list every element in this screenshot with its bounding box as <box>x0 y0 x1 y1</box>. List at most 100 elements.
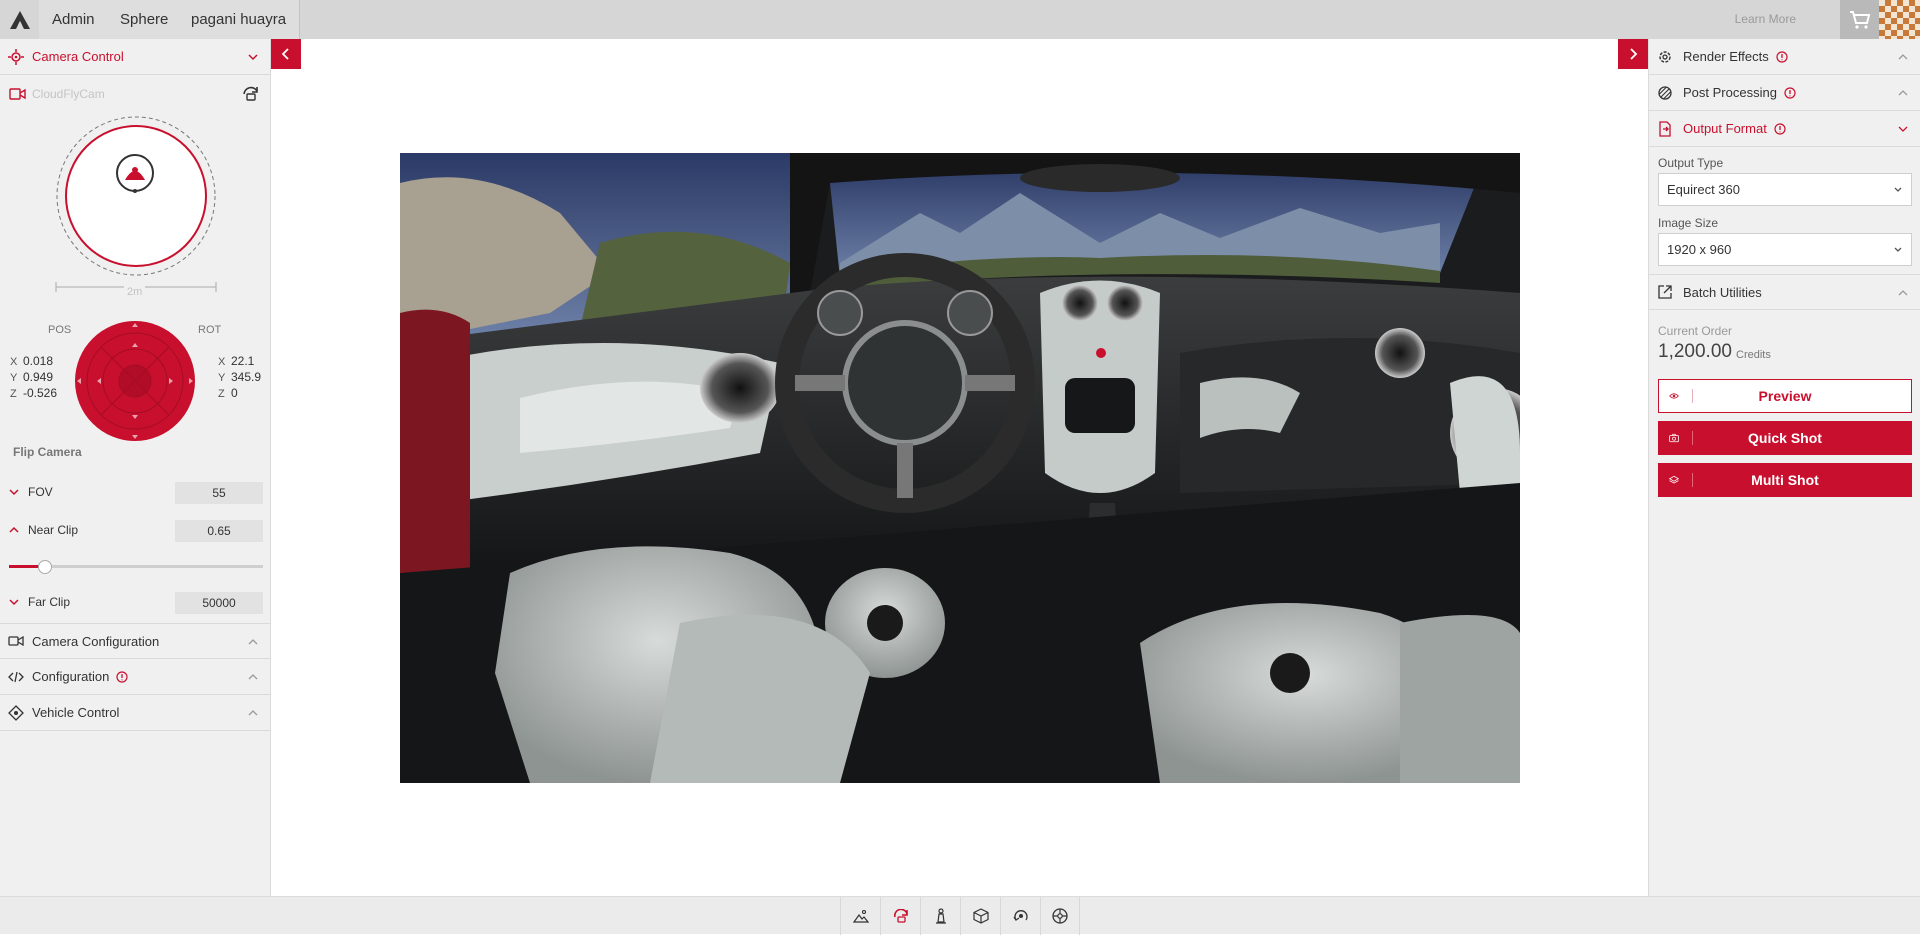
fov-row[interactable]: FOV 55 <box>0 481 271 505</box>
flip-camera-icon[interactable] <box>241 85 260 102</box>
steering-target-icon <box>8 704 24 721</box>
pos-z-axis: Z <box>10 388 17 400</box>
render-effects-label: Render Effects <box>1683 49 1769 64</box>
movement-joystick[interactable] <box>75 321 195 441</box>
configuration-label: Configuration <box>32 669 110 684</box>
orbit-view[interactable] <box>54 114 218 278</box>
camera-configuration-header[interactable]: Camera Configuration <box>0 623 271 659</box>
quick-shot-label: Quick Shot <box>1748 430 1822 446</box>
near-clip-label: Near Clip <box>28 523 79 537</box>
info-icon[interactable] <box>116 670 128 683</box>
chevron-up-icon <box>248 710 258 716</box>
preview-button[interactable]: Preview <box>1658 379 1912 413</box>
info-icon[interactable] <box>1784 86 1796 99</box>
pos-x-value: 0.018 <box>23 354 54 368</box>
pos-y[interactable]: Y 0.949 <box>10 369 53 386</box>
cube-tool-button[interactable] <box>960 897 1000 935</box>
logo-icon[interactable] <box>0 0 39 39</box>
cart-button[interactable] <box>1840 0 1879 39</box>
rot-y-value: 345.9 <box>231 370 262 384</box>
collapse-right-button[interactable] <box>1618 39 1648 69</box>
video-camera-icon <box>9 88 26 100</box>
camera-configuration-label: Camera Configuration <box>32 633 160 649</box>
render-effects-header[interactable]: Render Effects <box>1649 39 1920 75</box>
tab-project[interactable]: pagani huayra <box>178 0 301 39</box>
multi-shot-label: Multi Shot <box>1751 472 1819 488</box>
landscape-tool-button[interactable] <box>840 897 880 935</box>
rot-z-axis: Z <box>218 388 225 400</box>
landscape-icon <box>852 909 869 923</box>
chevron-right-icon <box>1630 48 1638 60</box>
pos-label: POS <box>48 324 72 336</box>
image-size-label: Image Size <box>1658 216 1719 230</box>
rot-x[interactable]: X 22.1 <box>218 353 254 370</box>
image-size-select[interactable]: 1920 x 960 <box>1658 233 1912 266</box>
pos-y-axis: Y <box>10 372 18 384</box>
rotate-view-tool-button[interactable] <box>1000 897 1040 935</box>
info-icon[interactable] <box>1774 122 1786 135</box>
flip-camera-label[interactable]: Flip Camera <box>13 445 82 459</box>
cube-icon <box>972 908 989 924</box>
chevron-up-icon <box>248 674 258 680</box>
orbit-camera-tool-button[interactable] <box>880 897 920 935</box>
collapse-left-button[interactable] <box>271 39 301 69</box>
layers-icon <box>1669 473 1693 487</box>
chevron-up-icon <box>1898 290 1908 296</box>
quick-shot-button[interactable]: Quick Shot <box>1658 421 1912 455</box>
left-panel: Camera Control CloudFlyCam 2m POS ROT X0… <box>0 39 271 896</box>
wheel-tool-button[interactable] <box>1040 897 1080 935</box>
image-size-value: 1920 x 960 <box>1667 242 1732 257</box>
avatar[interactable] <box>1879 0 1920 39</box>
rot-y[interactable]: Y 345.9 <box>218 369 261 386</box>
pos-z-value: -0.526 <box>23 386 58 400</box>
top-bar: Admin Sphere pagani huayra Learn More <box>0 0 1920 39</box>
chevron-up-icon <box>1898 90 1908 96</box>
rot-y-axis: Y <box>218 372 226 384</box>
chevron-down-icon <box>248 54 258 61</box>
fov-label: FOV <box>28 485 53 499</box>
pos-z[interactable]: Z -0.526 <box>10 385 57 402</box>
output-type-select[interactable]: Equirect 360 <box>1658 173 1912 206</box>
learn-more-link[interactable]: Learn More <box>1735 0 1796 38</box>
external-link-icon <box>1658 285 1672 299</box>
export-file-icon <box>1659 120 1671 137</box>
near-clip-row[interactable]: Near Clip 0.65 <box>0 519 271 543</box>
batch-utilities-header[interactable]: Batch Utilities <box>1649 274 1920 310</box>
chevron-up-icon <box>248 639 258 645</box>
right-panel: Render Effects Post Processing Output Fo… <box>1648 39 1920 896</box>
tab-sphere[interactable]: Sphere <box>107 0 183 39</box>
chevron-down-icon <box>9 599 19 606</box>
near-clip-slider[interactable] <box>9 560 263 574</box>
tab-admin[interactable]: Admin <box>39 0 109 39</box>
pos-x[interactable]: X 0.018 <box>10 353 53 370</box>
output-type-label: Output Type <box>1658 156 1724 170</box>
code-icon <box>8 671 24 682</box>
rotate-view-icon <box>1012 910 1028 921</box>
configuration-header[interactable]: Configuration <box>0 659 271 695</box>
far-clip-input[interactable]: 50000 <box>175 592 263 614</box>
far-clip-label: Far Clip <box>28 595 71 609</box>
render-viewport[interactable] <box>400 153 1520 783</box>
chess-piece-tool-button[interactable] <box>920 897 960 935</box>
chevron-up-icon <box>1898 54 1908 60</box>
slider-thumb[interactable] <box>37 560 52 574</box>
chevron-down-icon <box>9 489 19 496</box>
far-clip-row[interactable]: Far Clip 50000 <box>0 591 271 615</box>
multi-shot-button[interactable]: Multi Shot <box>1658 463 1912 497</box>
info-icon[interactable] <box>1776 50 1788 63</box>
gear-icon <box>1659 50 1671 63</box>
current-order-amount: 1,200.00 <box>1658 341 1732 362</box>
bottom-toolbar <box>0 896 1920 935</box>
fov-input[interactable]: 55 <box>175 482 263 504</box>
output-format-header[interactable]: Output Format <box>1649 111 1920 147</box>
cart-icon <box>1849 10 1870 29</box>
vehicle-control-header[interactable]: Vehicle Control <box>0 695 271 731</box>
rot-x-axis: X <box>218 356 226 368</box>
camera-control-header[interactable]: Camera Control <box>0 39 271 75</box>
near-clip-input[interactable]: 0.65 <box>175 520 263 542</box>
chevron-left-icon <box>281 48 289 60</box>
batch-utilities-label: Batch Utilities <box>1683 284 1762 300</box>
post-processing-header[interactable]: Post Processing <box>1649 75 1920 111</box>
wheel-icon <box>1052 908 1068 924</box>
rot-z[interactable]: Z0 <box>218 385 238 402</box>
